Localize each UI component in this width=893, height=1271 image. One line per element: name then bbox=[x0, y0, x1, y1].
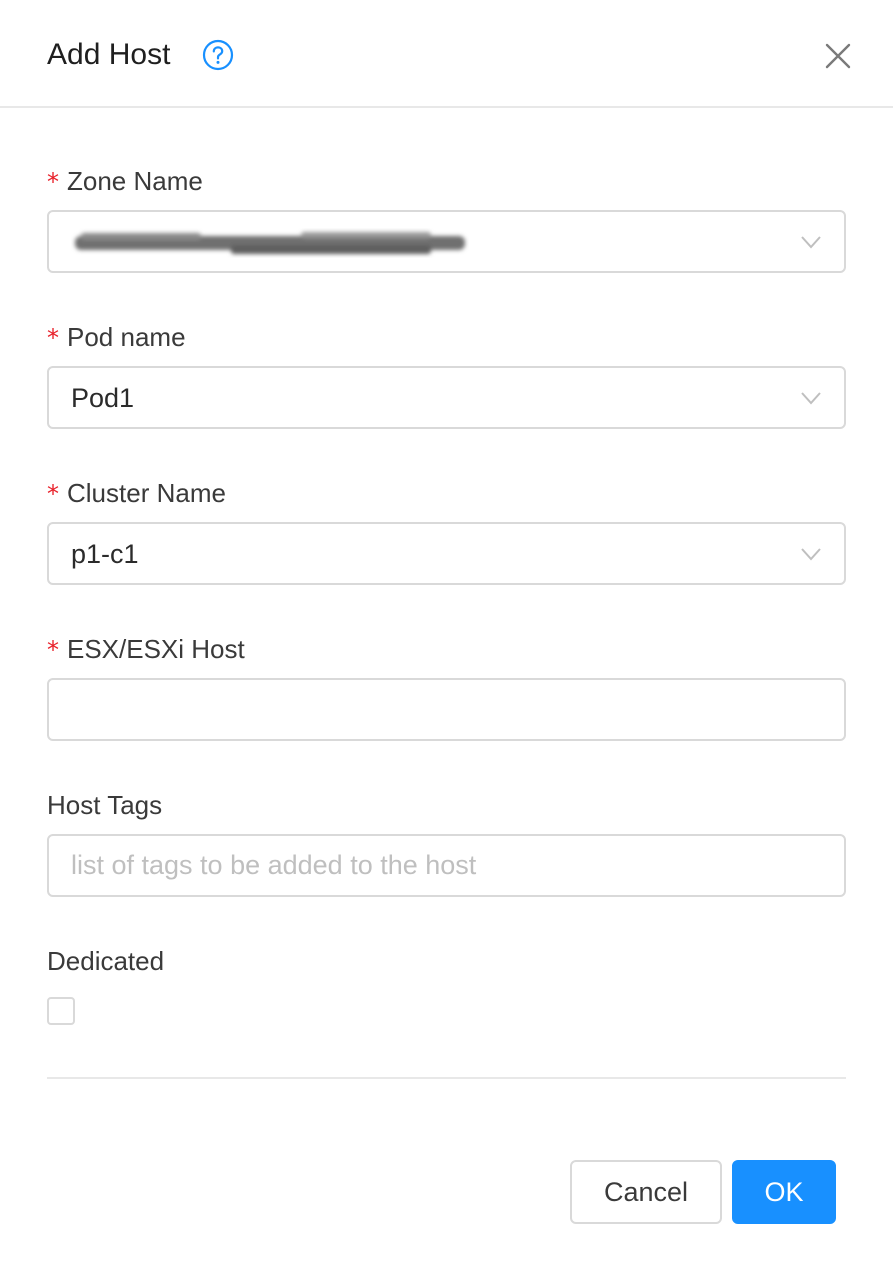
dedicated-field: Dedicated bbox=[47, 945, 846, 1025]
chevron-down-icon bbox=[801, 392, 821, 405]
zone-name-label: * Zone Name bbox=[47, 166, 203, 196]
question-circle-icon[interactable] bbox=[202, 39, 234, 71]
pod-name-select[interactable]: Pod1 bbox=[47, 366, 846, 429]
cluster-name-value: p1-c1 bbox=[71, 539, 139, 569]
required-marker: * bbox=[47, 636, 59, 664]
footer-divider bbox=[47, 1077, 846, 1079]
close-icon[interactable] bbox=[822, 40, 854, 72]
add-host-dialog: Add Host * Zone Name * Pod name Pod1 * C… bbox=[0, 0, 893, 1271]
dedicated-checkbox[interactable] bbox=[47, 997, 75, 1025]
esx-host-input-wrapper bbox=[47, 678, 846, 741]
host-tags-input[interactable] bbox=[49, 836, 844, 895]
pod-name-label: * Pod name bbox=[47, 322, 186, 352]
dialog-header: Add Host bbox=[0, 0, 893, 108]
required-marker: * bbox=[47, 480, 59, 508]
host-tags-input-wrapper bbox=[47, 834, 846, 897]
esx-host-field: * ESX/ESXi Host bbox=[47, 633, 846, 741]
required-marker: * bbox=[47, 324, 59, 352]
cluster-name-select[interactable]: p1-c1 bbox=[47, 522, 846, 585]
host-tags-field: Host Tags bbox=[47, 789, 846, 897]
redacted-value bbox=[75, 232, 465, 254]
cluster-name-field: * Cluster Name p1-c1 bbox=[47, 477, 846, 585]
pod-name-field: * Pod name Pod1 bbox=[47, 321, 846, 429]
chevron-down-icon bbox=[801, 236, 821, 249]
dedicated-label: Dedicated bbox=[47, 946, 165, 976]
esx-host-input[interactable] bbox=[49, 680, 844, 739]
zone-name-select[interactable] bbox=[47, 210, 846, 273]
cluster-name-label: * Cluster Name bbox=[47, 478, 226, 508]
required-marker: * bbox=[47, 168, 59, 196]
esx-host-label: * ESX/ESXi Host bbox=[47, 634, 245, 664]
pod-name-value: Pod1 bbox=[71, 383, 135, 413]
chevron-down-icon bbox=[801, 548, 821, 561]
cancel-button[interactable]: Cancel bbox=[570, 1160, 722, 1224]
ok-button[interactable]: OK bbox=[732, 1160, 836, 1224]
host-tags-label: Host Tags bbox=[47, 790, 163, 820]
dialog-title: Add Host bbox=[47, 38, 171, 71]
zone-name-field: * Zone Name bbox=[47, 165, 846, 273]
